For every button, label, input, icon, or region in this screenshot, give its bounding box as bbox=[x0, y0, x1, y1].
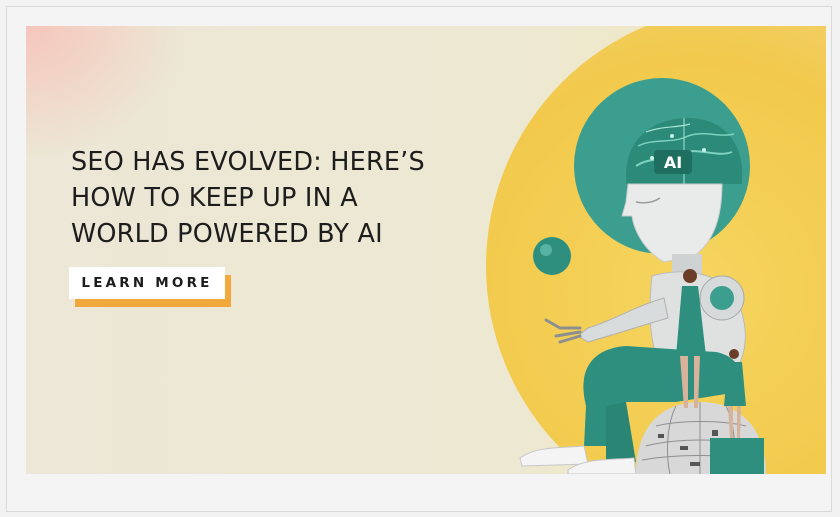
hero-banner[interactable]: SEO HAS EVOLVED: HERE’S HOW TO KEEP UP I… bbox=[26, 26, 826, 474]
teal-pedestal-block bbox=[710, 438, 764, 474]
learn-more-button[interactable]: LEARN MORE bbox=[69, 267, 225, 299]
content-frame: SEO HAS EVOLVED: HERE’S HOW TO KEEP UP I… bbox=[6, 6, 832, 512]
headline-line-3: WORLD POWERED BY AI bbox=[71, 219, 383, 249]
headline-line-1: SEO HAS EVOLVED: HERE’S bbox=[71, 147, 425, 177]
ai-badge-text: AI bbox=[664, 153, 682, 172]
ai-robot-illustration: AI bbox=[519, 118, 766, 474]
learn-more-cta: LEARN MORE bbox=[69, 267, 231, 307]
banner-headline: SEO HAS EVOLVED: HERE’S HOW TO KEEP UP I… bbox=[71, 144, 491, 252]
headline-line-2: HOW TO KEEP UP IN A bbox=[71, 183, 358, 213]
